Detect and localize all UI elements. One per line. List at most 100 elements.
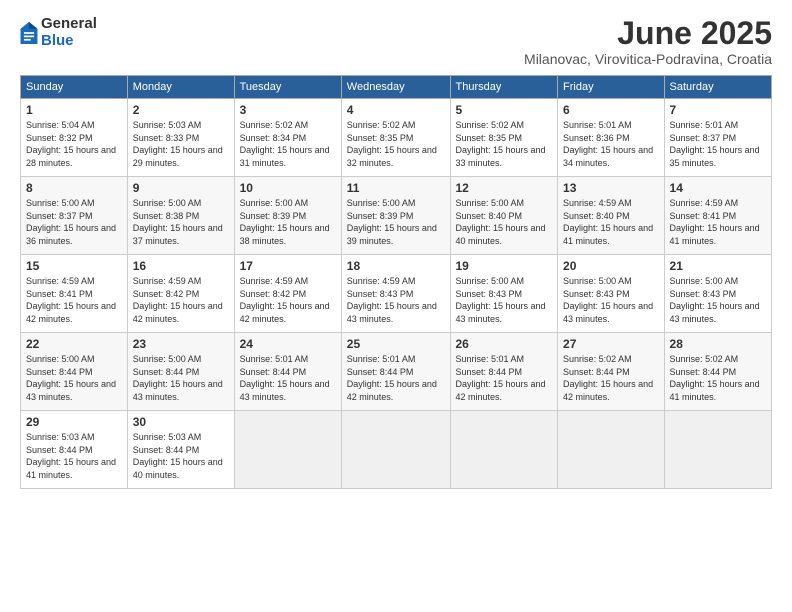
day-number: 5: [456, 103, 553, 117]
calendar-cell: [234, 411, 341, 489]
day-info: Sunrise: 5:00 AMSunset: 8:39 PMDaylight:…: [240, 198, 330, 246]
day-number: 30: [133, 415, 229, 429]
day-number: 11: [347, 181, 445, 195]
location: Milanovac, Virovitica-Podravina, Croatia: [524, 51, 772, 67]
day-number: 18: [347, 259, 445, 273]
day-info: Sunrise: 4:59 AMSunset: 8:43 PMDaylight:…: [347, 276, 437, 324]
calendar-week-1: 8 Sunrise: 5:00 AMSunset: 8:37 PMDayligh…: [21, 177, 772, 255]
day-info: Sunrise: 4:59 AMSunset: 8:41 PMDaylight:…: [26, 276, 116, 324]
day-number: 19: [456, 259, 553, 273]
day-info: Sunrise: 5:01 AMSunset: 8:44 PMDaylight:…: [456, 354, 546, 402]
header-monday: Monday: [127, 76, 234, 99]
calendar-cell: [558, 411, 665, 489]
day-number: 22: [26, 337, 122, 351]
calendar-cell: 16 Sunrise: 4:59 AMSunset: 8:42 PMDaylig…: [127, 255, 234, 333]
weekday-header-row: Sunday Monday Tuesday Wednesday Thursday…: [21, 76, 772, 99]
day-number: 29: [26, 415, 122, 429]
calendar-cell: 18 Sunrise: 4:59 AMSunset: 8:43 PMDaylig…: [341, 255, 450, 333]
logo-blue: Blue: [41, 33, 97, 50]
calendar-cell: 24 Sunrise: 5:01 AMSunset: 8:44 PMDaylig…: [234, 333, 341, 411]
day-info: Sunrise: 5:01 AMSunset: 8:36 PMDaylight:…: [563, 120, 653, 168]
day-number: 25: [347, 337, 445, 351]
calendar-cell: 29 Sunrise: 5:03 AMSunset: 8:44 PMDaylig…: [21, 411, 128, 489]
day-info: Sunrise: 5:00 AMSunset: 8:39 PMDaylight:…: [347, 198, 437, 246]
logo-general: General: [41, 16, 97, 33]
day-info: Sunrise: 5:00 AMSunset: 8:40 PMDaylight:…: [456, 198, 546, 246]
header-tuesday: Tuesday: [234, 76, 341, 99]
calendar-cell: 1 Sunrise: 5:04 AMSunset: 8:32 PMDayligh…: [21, 99, 128, 177]
day-number: 21: [670, 259, 766, 273]
day-number: 10: [240, 181, 336, 195]
day-number: 23: [133, 337, 229, 351]
calendar-cell: 15 Sunrise: 4:59 AMSunset: 8:41 PMDaylig…: [21, 255, 128, 333]
calendar-cell: 7 Sunrise: 5:01 AMSunset: 8:37 PMDayligh…: [664, 99, 771, 177]
day-number: 26: [456, 337, 553, 351]
day-info: Sunrise: 5:02 AMSunset: 8:34 PMDaylight:…: [240, 120, 330, 168]
day-number: 12: [456, 181, 553, 195]
day-number: 15: [26, 259, 122, 273]
day-number: 6: [563, 103, 659, 117]
day-info: Sunrise: 5:01 AMSunset: 8:44 PMDaylight:…: [240, 354, 330, 402]
calendar-cell: [664, 411, 771, 489]
day-info: Sunrise: 5:03 AMSunset: 8:44 PMDaylight:…: [26, 432, 116, 480]
day-info: Sunrise: 5:00 AMSunset: 8:38 PMDaylight:…: [133, 198, 223, 246]
day-number: 7: [670, 103, 766, 117]
day-info: Sunrise: 5:03 AMSunset: 8:33 PMDaylight:…: [133, 120, 223, 168]
logo-text: General Blue: [41, 16, 97, 49]
calendar-cell: 19 Sunrise: 5:00 AMSunset: 8:43 PMDaylig…: [450, 255, 558, 333]
calendar-cell: 10 Sunrise: 5:00 AMSunset: 8:39 PMDaylig…: [234, 177, 341, 255]
day-number: 4: [347, 103, 445, 117]
day-number: 17: [240, 259, 336, 273]
day-info: Sunrise: 5:00 AMSunset: 8:37 PMDaylight:…: [26, 198, 116, 246]
calendar-cell: 23 Sunrise: 5:00 AMSunset: 8:44 PMDaylig…: [127, 333, 234, 411]
day-number: 2: [133, 103, 229, 117]
day-number: 27: [563, 337, 659, 351]
calendar-cell: 11 Sunrise: 5:00 AMSunset: 8:39 PMDaylig…: [341, 177, 450, 255]
calendar-cell: 4 Sunrise: 5:02 AMSunset: 8:35 PMDayligh…: [341, 99, 450, 177]
calendar-cell: 26 Sunrise: 5:01 AMSunset: 8:44 PMDaylig…: [450, 333, 558, 411]
day-number: 8: [26, 181, 122, 195]
day-info: Sunrise: 4:59 AMSunset: 8:42 PMDaylight:…: [133, 276, 223, 324]
day-info: Sunrise: 5:01 AMSunset: 8:44 PMDaylight:…: [347, 354, 437, 402]
day-info: Sunrise: 4:59 AMSunset: 8:42 PMDaylight:…: [240, 276, 330, 324]
day-number: 13: [563, 181, 659, 195]
day-number: 1: [26, 103, 122, 117]
calendar-cell: 5 Sunrise: 5:02 AMSunset: 8:35 PMDayligh…: [450, 99, 558, 177]
calendar-week-0: 1 Sunrise: 5:04 AMSunset: 8:32 PMDayligh…: [21, 99, 772, 177]
calendar-cell: 21 Sunrise: 5:00 AMSunset: 8:43 PMDaylig…: [664, 255, 771, 333]
day-info: Sunrise: 5:01 AMSunset: 8:37 PMDaylight:…: [670, 120, 760, 168]
page: General Blue June 2025 Milanovac, Virovi…: [0, 0, 792, 612]
calendar-cell: 20 Sunrise: 5:00 AMSunset: 8:43 PMDaylig…: [558, 255, 665, 333]
day-info: Sunrise: 4:59 AMSunset: 8:40 PMDaylight:…: [563, 198, 653, 246]
calendar-week-4: 29 Sunrise: 5:03 AMSunset: 8:44 PMDaylig…: [21, 411, 772, 489]
calendar-cell: 22 Sunrise: 5:00 AMSunset: 8:44 PMDaylig…: [21, 333, 128, 411]
day-info: Sunrise: 4:59 AMSunset: 8:41 PMDaylight:…: [670, 198, 760, 246]
calendar-cell: 3 Sunrise: 5:02 AMSunset: 8:34 PMDayligh…: [234, 99, 341, 177]
logo: General Blue: [20, 16, 97, 49]
day-info: Sunrise: 5:02 AMSunset: 8:35 PMDaylight:…: [347, 120, 437, 168]
calendar-cell: 13 Sunrise: 4:59 AMSunset: 8:40 PMDaylig…: [558, 177, 665, 255]
calendar-week-2: 15 Sunrise: 4:59 AMSunset: 8:41 PMDaylig…: [21, 255, 772, 333]
header-wednesday: Wednesday: [341, 76, 450, 99]
calendar-cell: 6 Sunrise: 5:01 AMSunset: 8:36 PMDayligh…: [558, 99, 665, 177]
calendar-cell: 14 Sunrise: 4:59 AMSunset: 8:41 PMDaylig…: [664, 177, 771, 255]
calendar-cell: 27 Sunrise: 5:02 AMSunset: 8:44 PMDaylig…: [558, 333, 665, 411]
day-info: Sunrise: 5:00 AMSunset: 8:44 PMDaylight:…: [133, 354, 223, 402]
calendar-cell: 8 Sunrise: 5:00 AMSunset: 8:37 PMDayligh…: [21, 177, 128, 255]
header-thursday: Thursday: [450, 76, 558, 99]
calendar-cell: 17 Sunrise: 4:59 AMSunset: 8:42 PMDaylig…: [234, 255, 341, 333]
day-number: 3: [240, 103, 336, 117]
title-area: June 2025 Milanovac, Virovitica-Podravin…: [524, 16, 772, 67]
day-number: 9: [133, 181, 229, 195]
calendar-cell: 25 Sunrise: 5:01 AMSunset: 8:44 PMDaylig…: [341, 333, 450, 411]
calendar-cell: [450, 411, 558, 489]
header-sunday: Sunday: [21, 76, 128, 99]
calendar-table: Sunday Monday Tuesday Wednesday Thursday…: [20, 75, 772, 489]
calendar-cell: 30 Sunrise: 5:03 AMSunset: 8:44 PMDaylig…: [127, 411, 234, 489]
day-info: Sunrise: 5:00 AMSunset: 8:44 PMDaylight:…: [26, 354, 116, 402]
day-number: 20: [563, 259, 659, 273]
header: General Blue June 2025 Milanovac, Virovi…: [20, 16, 772, 67]
day-info: Sunrise: 5:04 AMSunset: 8:32 PMDaylight:…: [26, 120, 116, 168]
day-info: Sunrise: 5:00 AMSunset: 8:43 PMDaylight:…: [670, 276, 760, 324]
logo-icon: [20, 22, 38, 44]
